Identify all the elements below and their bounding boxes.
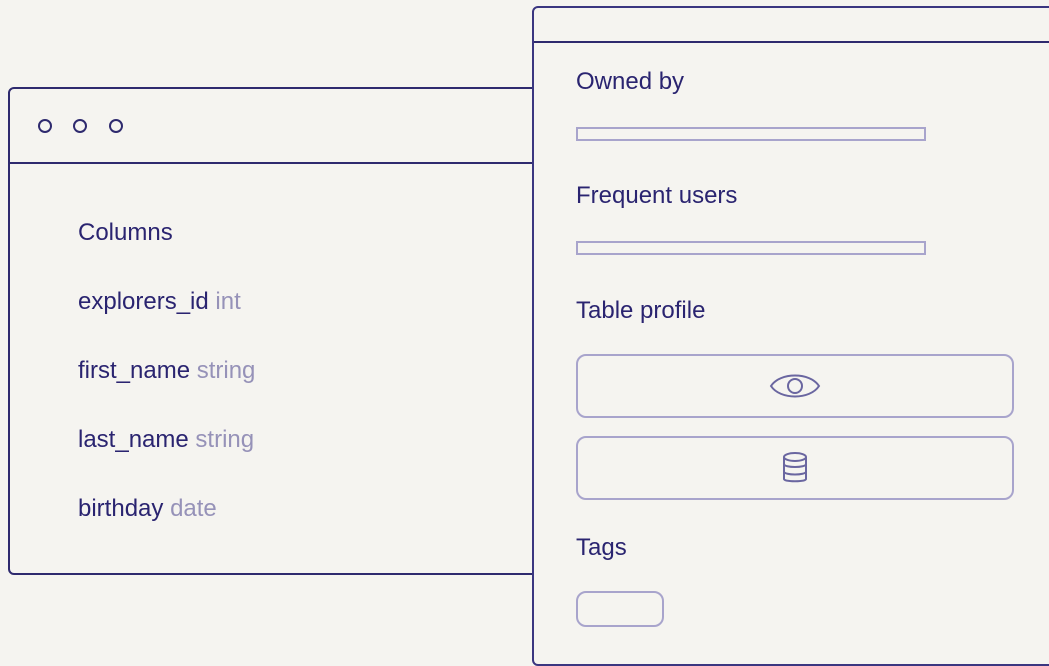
schema-window: Columns explorers_id int first_name stri… [8,87,568,575]
owned-by-label: Owned by [576,68,685,95]
column-name: birthday [78,495,164,522]
data-profile-button[interactable] [576,436,1014,500]
window-dot-icon[interactable] [73,119,87,133]
tag-pill[interactable] [576,591,664,627]
window-dot-icon[interactable] [109,119,123,133]
window-dot-icon[interactable] [38,119,52,133]
column-name: explorers_id [78,288,209,315]
window-titlebar [10,89,566,164]
column-name: first_name [78,357,191,384]
panel-topbar [534,8,1049,43]
tags-label: Tags [576,534,627,561]
column-row: first_name string [78,357,255,385]
database-icon [783,452,807,483]
columns-heading: Columns [78,219,173,246]
frequent-users-placeholder-bar [576,241,926,255]
table-profile-label: Table profile [576,297,706,324]
column-name: last_name [78,426,189,453]
eye-icon [769,374,821,398]
owned-by-placeholder-bar [576,127,926,141]
column-type: string [196,357,256,384]
frequent-users-label: Frequent users [576,182,738,209]
column-type: date [170,495,217,522]
column-row: last_name string [78,426,254,454]
details-panel: Owned by Frequent users Table profile Ta… [532,6,1049,666]
column-type: string [195,426,255,453]
column-type: int [215,288,241,315]
column-row: explorers_id int [78,288,241,316]
preview-button[interactable] [576,354,1014,418]
column-row: birthday date [78,495,217,523]
